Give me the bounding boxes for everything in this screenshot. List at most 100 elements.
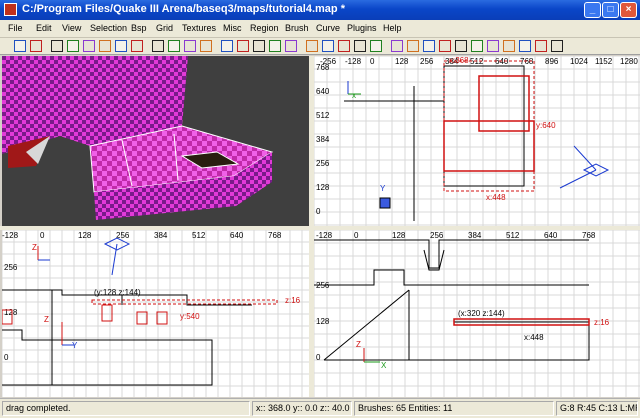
curve-icon[interactable]	[487, 40, 499, 52]
yz-x-tick: 512	[506, 231, 520, 240]
xy-x-tick: 0	[370, 57, 375, 66]
xy-top-viewport[interactable]: -256 -128 0 128 256 384 512 640 768 896 1024 1152 12…	[314, 56, 640, 226]
yz-side-viewport[interactable]: -128 0 128 256 384 512 640 768 256 128 0 (x:320 z:…	[314, 230, 640, 397]
menu-textures[interactable]: Textures	[182, 23, 216, 33]
menu-help[interactable]: Help	[383, 23, 402, 33]
xy-x-tick: -128	[345, 57, 362, 66]
select-mode-icon[interactable]	[519, 40, 531, 52]
select-touching-icon[interactable]	[168, 40, 180, 52]
status-grid: G:8 R:45 C:13 L:MR	[556, 401, 638, 416]
yz-y-tick: 128	[316, 317, 330, 326]
xy-axis-y-label: Y	[380, 184, 386, 193]
maximize-button[interactable]: □	[602, 2, 619, 18]
camera-icon[interactable]	[306, 40, 318, 52]
toolbar	[0, 38, 640, 55]
xy-y-tick: 512	[316, 111, 330, 120]
title-bar: C:/Program Files/Quake III Arena/baseq3/…	[0, 0, 640, 20]
view-z-icon[interactable]	[370, 40, 382, 52]
xy-y-tick: 0	[316, 207, 321, 216]
close-button[interactable]: ×	[620, 2, 637, 18]
menu-plugins[interactable]: Plugins	[347, 23, 377, 33]
xz-grid: -12801282563845126407682561280-128 (y:12…	[2, 230, 309, 397]
clipper-icon[interactable]	[269, 40, 281, 52]
rotate-x-icon[interactable]	[99, 40, 111, 52]
app-icon	[4, 3, 17, 16]
status-counts: Brushes: 65 Entities: 11	[354, 401, 554, 416]
patch-icon[interactable]	[407, 40, 419, 52]
flip-x-icon[interactable]	[51, 40, 63, 52]
yz-coords-label: (x:320 z:144)	[458, 309, 505, 318]
menu-misc[interactable]: Misc	[223, 23, 242, 33]
yz-axis-z-label: Z	[356, 340, 361, 349]
yz-x-tick: 0	[354, 231, 359, 240]
menu-brush[interactable]: Brush	[285, 23, 309, 33]
horizontal-splitter[interactable]	[0, 226, 640, 230]
xy-y-tick: 256	[316, 159, 330, 168]
yz-y-tick: 0	[316, 353, 321, 362]
open-icon[interactable]	[14, 40, 26, 52]
menu-edit[interactable]: Edit	[36, 23, 52, 33]
entity-icon[interactable]	[391, 40, 403, 52]
xz-y-tick: 256	[4, 263, 18, 272]
menu-region[interactable]: Region	[250, 23, 279, 33]
texture-lock-icon[interactable]	[322, 40, 334, 52]
vertex-mode-icon[interactable]	[535, 40, 547, 52]
rotate-y-icon[interactable]	[115, 40, 127, 52]
xy-y-tick: 768	[316, 63, 330, 72]
hollow-icon[interactable]	[253, 40, 265, 52]
drag-edges-icon[interactable]	[423, 40, 435, 52]
view-x-icon[interactable]	[338, 40, 350, 52]
menu-curve[interactable]: Curve	[316, 23, 340, 33]
save-icon[interactable]	[30, 40, 42, 52]
xy-right-label: y:640	[536, 121, 556, 130]
change-views-icon[interactable]	[285, 40, 297, 52]
xy-x-tick: 1280	[620, 57, 638, 66]
menu-file[interactable]: File	[8, 23, 23, 33]
plugin-icon[interactable]	[551, 40, 563, 52]
minimize-button[interactable]: _	[584, 2, 601, 18]
rotate-icon[interactable]	[471, 40, 483, 52]
xy-x-tick: 896	[545, 57, 559, 66]
menu-selection[interactable]: Selection	[90, 23, 127, 33]
yz-grid: -128 0 128 256 384 512 640 7682561280 (x:320 z:…	[314, 230, 640, 397]
flip-y-icon[interactable]	[67, 40, 79, 52]
xz-right-label: y:540	[180, 312, 200, 321]
rotate-z-icon[interactable]	[131, 40, 143, 52]
status-message: drag completed.	[2, 401, 250, 416]
menu-bsp[interactable]: Bsp	[131, 23, 147, 33]
xz-x-tick: -128	[2, 231, 19, 240]
xy-x-tick: 1152	[595, 57, 613, 66]
xy-top-label: x:368	[449, 56, 469, 65]
xz-y-tick: 0	[4, 353, 9, 362]
view-y-icon[interactable]	[354, 40, 366, 52]
xy-x-tick: 128	[395, 57, 409, 66]
show-patches-icon[interactable]	[503, 40, 515, 52]
flip-z-icon[interactable]	[83, 40, 95, 52]
status-coords: x:: 368.0 y:: 0.0 z:: 40.0	[252, 401, 352, 416]
menu-grid[interactable]: Grid	[156, 23, 173, 33]
xy-x-tick: 256	[420, 57, 434, 66]
menu-view[interactable]: View	[62, 23, 81, 33]
scale-icon[interactable]	[455, 40, 467, 52]
yz-x-tick: 256	[430, 231, 444, 240]
xz-front-viewport[interactable]: -12801282563845126407682561280-128 (y:12…	[2, 230, 309, 397]
xy-camera-icon[interactable]	[379, 197, 391, 209]
xz-axis-z-label: Z	[32, 243, 37, 252]
select-complete-icon[interactable]	[152, 40, 164, 52]
xz-y-tick: 128	[4, 308, 18, 317]
status-bar: drag completed. x:: 368.0 y:: 0.0 z:: 40…	[0, 398, 640, 418]
camera-viewport[interactable]	[2, 56, 309, 226]
csg-merge-icon[interactable]	[237, 40, 249, 52]
xz-x-tick: 128	[78, 231, 92, 240]
yz-x-tick: 384	[468, 231, 482, 240]
xz-coords-label: (y:128 z:144)	[94, 288, 141, 297]
xy-y-tick: 640	[316, 87, 330, 96]
csg-subtract-icon[interactable]	[221, 40, 233, 52]
drag-vertices-icon[interactable]	[439, 40, 451, 52]
select-partial-icon[interactable]	[184, 40, 196, 52]
yz-x-tick: -128	[316, 231, 333, 240]
yz-z-label: z:16	[594, 318, 610, 327]
yz-x-tick: 640	[544, 231, 558, 240]
select-inside-icon[interactable]	[200, 40, 212, 52]
xy-grid: -256 -128 0 128 256 384 512 640 768 896 1024 1152 12…	[314, 56, 640, 226]
